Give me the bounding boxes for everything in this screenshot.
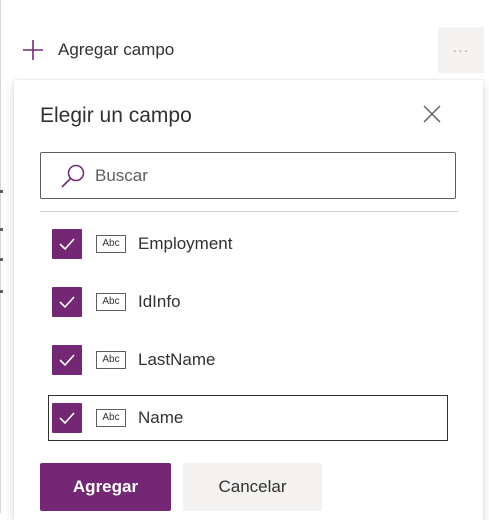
close-icon	[423, 105, 441, 123]
field-checkbox[interactable]	[52, 287, 82, 317]
field-checkbox[interactable]	[52, 229, 82, 259]
more-icon: ···	[452, 42, 470, 58]
check-icon	[59, 354, 75, 367]
field-row-idinfo[interactable]: Abc IdInfo	[48, 279, 448, 325]
field-checkbox[interactable]	[52, 345, 82, 375]
search-input[interactable]	[93, 164, 437, 187]
edge-mark	[0, 228, 3, 231]
check-icon	[59, 296, 75, 309]
plus-icon	[23, 40, 43, 60]
field-row-lastname[interactable]: Abc LastName	[48, 337, 448, 383]
edge-mark	[0, 290, 3, 293]
edge-mark	[0, 190, 3, 193]
text-field-icon: Abc	[96, 235, 126, 253]
add-button[interactable]: Agregar	[40, 463, 171, 511]
check-icon	[59, 238, 75, 251]
field-name: Employment	[138, 234, 233, 253]
list-divider	[40, 211, 458, 212]
field-name: LastName	[138, 350, 216, 369]
check-icon	[59, 412, 75, 425]
left-edge-divider	[0, 0, 1, 513]
text-field-icon: Abc	[96, 293, 126, 311]
field-checkbox[interactable]	[52, 403, 82, 433]
add-field-label: Agregar campo	[58, 40, 175, 59]
more-options-button[interactable]: ···	[438, 27, 484, 73]
text-field-icon: Abc	[96, 351, 126, 369]
field-row-employment[interactable]: Abc Employment	[48, 221, 448, 267]
field-name: IdInfo	[138, 292, 181, 311]
close-button[interactable]	[420, 102, 444, 126]
edge-mark	[0, 258, 3, 261]
search-icon	[61, 164, 85, 188]
panel-title: Elegir un campo	[40, 104, 192, 127]
text-field-icon: Abc	[96, 409, 126, 427]
add-field-button[interactable]: Agregar campo	[22, 36, 174, 64]
field-row-name[interactable]: Abc Name	[48, 395, 448, 441]
cancel-button[interactable]: Cancelar	[183, 463, 322, 511]
search-box[interactable]	[40, 152, 456, 199]
field-name: Name	[138, 408, 184, 427]
choose-field-panel: Elegir un campo Abc Employment Abc I	[14, 80, 483, 520]
